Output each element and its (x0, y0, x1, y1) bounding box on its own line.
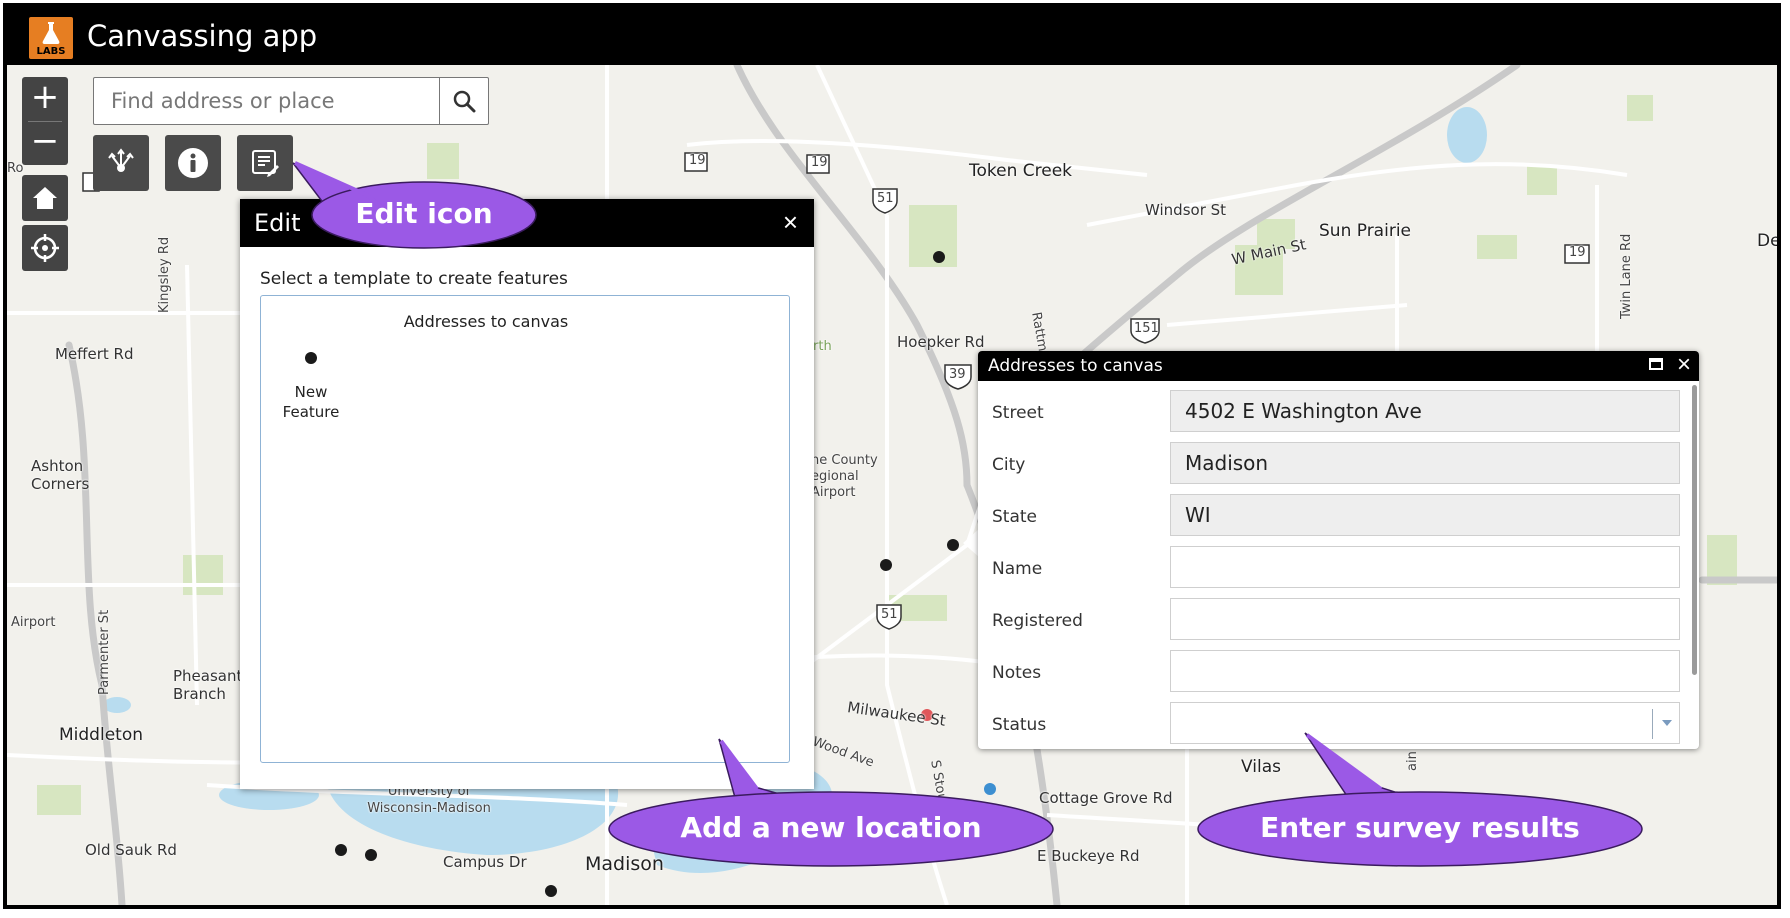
status-select[interactable] (1170, 702, 1680, 744)
search-widget (93, 77, 489, 125)
new-feature-template[interactable]: New Feature (273, 352, 349, 432)
field-row-name: Name (978, 545, 1689, 593)
edit-panel: Edit × Select a template to create featu… (240, 199, 814, 789)
logo-text: LABS (36, 46, 66, 57)
locate-icon (31, 234, 59, 262)
hwy-19-shield: 19 (689, 153, 706, 168)
popup-header: Addresses to canvas × (978, 351, 1699, 381)
template-picker: Addresses to canvas New Feature (260, 295, 790, 763)
search-button[interactable] (439, 78, 488, 124)
field-row-street: Street 4502 E Washington Ave (978, 389, 1689, 437)
home-icon (33, 187, 57, 209)
map-label-madison: Madison (585, 853, 664, 875)
share-tool-button[interactable] (93, 135, 149, 191)
map-label-dane-county-airport: ne County egional Airport (811, 453, 878, 500)
map-label-meffert-rd: Meffert Rd (55, 345, 134, 363)
field-row-city: City Madison (978, 441, 1689, 489)
home-button[interactable] (22, 175, 68, 221)
city-field[interactable]: Madison (1170, 442, 1680, 484)
edit-icon (252, 150, 279, 177)
map-label-hoepker-rd: Hoepker Rd (897, 333, 985, 351)
map-label-twin-lane-rd: Twin Lane Rd (1619, 233, 1634, 319)
callout-edit-icon: Edit icon (355, 197, 493, 230)
map-label-windsor-st: Windsor St (1145, 201, 1227, 219)
map-label-sun-prairie: Sun Prairie (1319, 221, 1411, 241)
popup-pointer (963, 529, 979, 557)
callout-add-location: Add a new location (680, 811, 982, 844)
map-label-pheasant-branch: Pheasant Branch (173, 667, 243, 703)
chevron-down-icon (1662, 720, 1672, 726)
attribute-popup: Addresses to canvas × Street 4502 E Wash… (978, 351, 1699, 749)
field-row-status: Status (978, 701, 1689, 749)
zoom-control: + − (22, 77, 68, 165)
edit-panel-title: Edit (254, 209, 301, 237)
share-icon (108, 148, 134, 172)
hwy-51-shield: 51 (877, 191, 894, 206)
search-icon (453, 90, 476, 113)
map-label-token-creek: Token Creek (969, 161, 1073, 181)
field-label: City (992, 455, 1026, 475)
map-label-cottage-grove-rd: Cottage Grove Rd (1039, 789, 1173, 807)
app-header: LABS Canvassing app (7, 7, 1777, 65)
popup-close-button[interactable]: × (1677, 352, 1691, 378)
template-layer-name: Addresses to canvas (403, 312, 569, 331)
map-label-parmenter-st: Parmenter St (97, 609, 112, 695)
hwy-19-shield: 19 (1569, 245, 1586, 260)
field-label: Registered (992, 611, 1083, 631)
popup-title: Addresses to canvas (988, 356, 1163, 376)
field-label: Name (992, 559, 1043, 579)
template-label: New Feature (282, 383, 340, 421)
popup-form: Street 4502 E Washington Ave City Madiso… (978, 381, 1689, 749)
hwy-151-shield: 151 (1134, 321, 1159, 336)
popup-scrollbar[interactable] (1692, 385, 1697, 675)
map-label-edge: Ro (7, 161, 24, 176)
state-field[interactable]: WI (1170, 494, 1680, 536)
locate-button[interactable] (22, 225, 68, 271)
map-label-campus-dr: Campus Dr (443, 853, 527, 871)
notes-field[interactable] (1170, 650, 1680, 692)
street-field[interactable]: 4502 E Washington Ave (1170, 390, 1680, 432)
maximize-icon[interactable] (1649, 358, 1663, 370)
zoom-out-button[interactable]: − (22, 121, 68, 165)
edit-tool-button[interactable] (237, 135, 293, 191)
labs-logo: LABS (29, 17, 73, 59)
hwy-51-shield: 51 (881, 607, 898, 622)
map-label-e-buckeye-rd: E Buckeye Rd (1037, 847, 1140, 865)
info-icon (178, 148, 208, 178)
callout-survey: Enter survey results (1260, 811, 1580, 844)
map-label-rth: rth (813, 339, 832, 354)
flask-icon (42, 22, 60, 44)
name-field[interactable] (1170, 546, 1680, 588)
search-input[interactable] (95, 79, 435, 123)
edit-instruction: Select a template to create features (260, 269, 568, 289)
hwy-39-shield: 39 (949, 367, 966, 382)
field-label: Status (992, 715, 1047, 735)
app-title: Canvassing app (87, 19, 318, 53)
edit-panel-close-button[interactable]: × (783, 207, 798, 238)
hwy-19-shield: 19 (811, 155, 828, 170)
map-label-middleton: Middleton (59, 725, 143, 745)
map-label-ashton-corners: Ashton Corners (31, 457, 90, 493)
zoom-in-button[interactable]: + (22, 77, 68, 121)
map-label-edge-right: De (1757, 231, 1781, 251)
map-label-airport: Airport (11, 615, 56, 630)
field-row-notes: Notes (978, 649, 1689, 697)
map-label-kingsley-rd: Kingsley Rd (157, 236, 172, 313)
app-frame: LABS Canvassing app 19 19 19 51 51 151 3… (3, 3, 1781, 909)
registered-field[interactable] (1170, 598, 1680, 640)
info-tool-button[interactable] (165, 135, 221, 191)
map-label-vilas: Vilas (1241, 757, 1281, 777)
field-label: State (992, 507, 1037, 527)
field-label: Notes (992, 663, 1042, 683)
point-symbol-icon (305, 352, 317, 364)
field-row-registered: Registered (978, 597, 1689, 645)
map-label-old-sauk-rd: Old Sauk Rd (85, 841, 177, 859)
field-label: Street (992, 403, 1044, 423)
field-row-state: State WI (978, 493, 1689, 541)
